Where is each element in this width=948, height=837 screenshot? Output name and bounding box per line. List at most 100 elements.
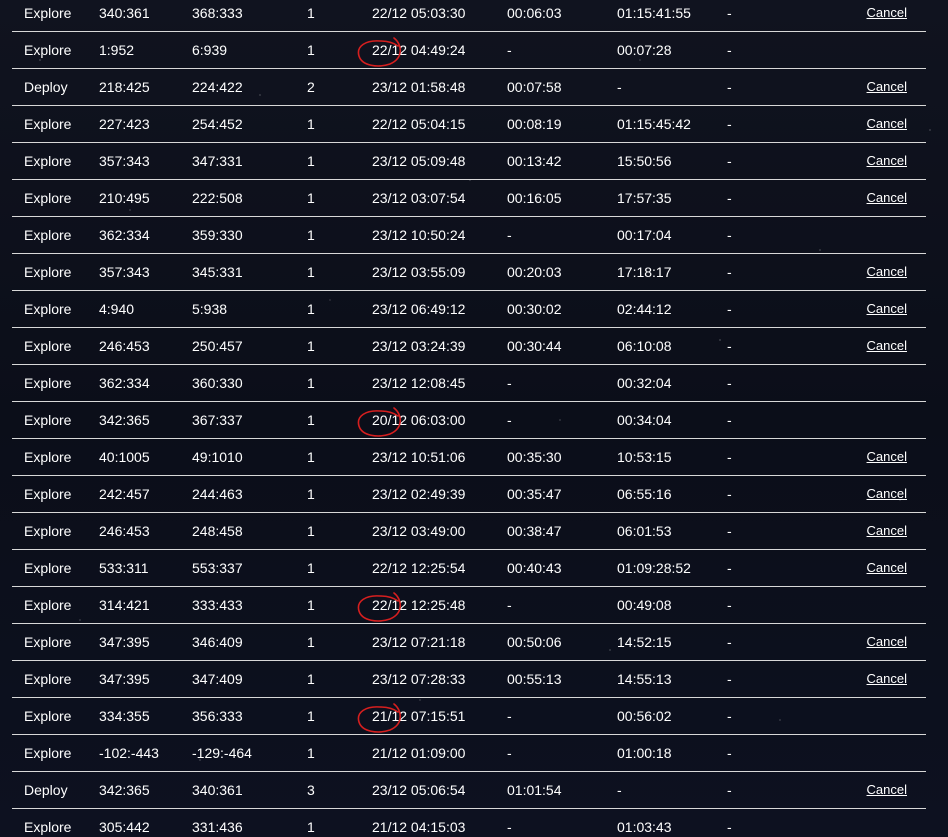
- arrival-datetime: 23/12 07:28:33: [372, 671, 466, 687]
- origin-coords: 362:334: [99, 227, 150, 243]
- target-coords: 360:330: [192, 375, 243, 391]
- table-row: Explore 314:421 333:433 1 22/12 12:25:48 - 00:…: [12, 587, 926, 624]
- time-remaining: 00:35:47: [507, 486, 562, 502]
- cancel-link[interactable]: Cancel: [867, 291, 907, 327]
- cancel-link[interactable]: Cancel: [867, 143, 907, 179]
- arrival-datetime: 23/12 01:58:48: [372, 79, 466, 95]
- origin-coords: 362:334: [99, 375, 150, 391]
- origin-coords: 347:395: [99, 634, 150, 650]
- unit-count: 1: [307, 190, 315, 206]
- cancel-link[interactable]: Cancel: [867, 106, 907, 142]
- cancel-link[interactable]: Cancel: [867, 624, 907, 660]
- arrival-datetime: 23/12 05:06:54: [372, 782, 466, 798]
- unit-count: 1: [307, 819, 315, 835]
- extra-field: -: [727, 486, 732, 502]
- extra-field: -: [727, 5, 732, 21]
- mission-type: Explore: [24, 634, 72, 650]
- target-coords: 347:409: [192, 671, 243, 687]
- cancel-link[interactable]: Cancel: [867, 439, 907, 475]
- cancel-link[interactable]: Cancel: [867, 550, 907, 586]
- table-row: Explore 242:457 244:463 1 23/12 02:49:39 00:3…: [12, 476, 926, 513]
- unit-count: 1: [307, 264, 315, 280]
- extra-field: -: [727, 301, 732, 317]
- extra-field: -: [727, 708, 732, 724]
- total-duration: 00:07:28: [617, 42, 672, 58]
- origin-coords: 340:361: [99, 5, 150, 21]
- unit-count: 1: [307, 5, 315, 21]
- origin-coords: 305:442: [99, 819, 150, 835]
- target-coords: 49:1010: [192, 449, 243, 465]
- cancel-link[interactable]: Cancel: [867, 476, 907, 512]
- total-duration: 00:17:04: [617, 227, 672, 243]
- target-coords: 340:361: [192, 782, 243, 798]
- arrival-datetime: 22/12 12:25:54: [372, 560, 466, 576]
- cancel-link[interactable]: Cancel: [867, 0, 907, 31]
- extra-field: -: [727, 412, 732, 428]
- mission-type: Deploy: [24, 79, 68, 95]
- mission-type: Explore: [24, 264, 72, 280]
- cancel-link[interactable]: Cancel: [867, 69, 907, 105]
- cancel-link[interactable]: Cancel: [867, 328, 907, 364]
- target-coords: 356:333: [192, 708, 243, 724]
- table-row: Explore 40:1005 49:1010 1 23/12 10:51:06 00:3…: [12, 439, 926, 476]
- target-coords: 333:433: [192, 597, 243, 613]
- target-coords: 224:422: [192, 79, 243, 95]
- target-coords: 345:331: [192, 264, 243, 280]
- extra-field: -: [727, 338, 732, 354]
- extra-field: -: [727, 782, 732, 798]
- time-remaining: -: [507, 42, 512, 58]
- origin-coords: -102:-443: [99, 745, 159, 761]
- cancel-link[interactable]: Cancel: [867, 661, 907, 697]
- total-duration: 14:55:13: [617, 671, 672, 687]
- table-row: Explore 342:365 367:337 1 20/12 06:03:00 - 00:…: [12, 402, 926, 439]
- total-duration: 00:49:08: [617, 597, 672, 613]
- extra-field: -: [727, 671, 732, 687]
- arrival-datetime: 23/12 10:50:24: [372, 227, 466, 243]
- total-duration: 00:32:04: [617, 375, 672, 391]
- mission-type: Deploy: [24, 782, 68, 798]
- origin-coords: 357:343: [99, 153, 150, 169]
- target-coords: -129:-464: [192, 745, 252, 761]
- extra-field: -: [727, 116, 732, 132]
- arrival-datetime: 20/12 06:03:00: [372, 412, 466, 428]
- time-remaining: 00:16:05: [507, 190, 562, 206]
- extra-field: -: [727, 375, 732, 391]
- mission-type: Explore: [24, 412, 72, 428]
- mission-type: Explore: [24, 523, 72, 539]
- extra-field: -: [727, 819, 732, 835]
- table-row: Explore 334:355 356:333 1 21/12 07:15:51 - 00:…: [12, 698, 926, 735]
- arrival-datetime: 23/12 03:49:00: [372, 523, 466, 539]
- time-remaining: 00:30:44: [507, 338, 562, 354]
- cancel-link[interactable]: Cancel: [867, 254, 907, 290]
- unit-count: 1: [307, 597, 315, 613]
- origin-coords: 533:311: [99, 560, 149, 576]
- arrival-datetime: 23/12 03:55:09: [372, 264, 466, 280]
- table-row: Explore 362:334 359:330 1 23/12 10:50:24 - 00:…: [12, 217, 926, 254]
- cancel-link[interactable]: Cancel: [867, 180, 907, 216]
- unit-count: 1: [307, 42, 315, 58]
- unit-count: 1: [307, 116, 315, 132]
- unit-count: 1: [307, 634, 315, 650]
- total-duration: 06:01:53: [617, 523, 672, 539]
- arrival-datetime: 21/12 07:15:51: [372, 708, 466, 724]
- table-row: Deploy 342:365 340:361 3 23/12 05:06:54 01:01…: [12, 772, 926, 809]
- extra-field: -: [727, 597, 732, 613]
- arrival-datetime: 22/12 04:49:24: [372, 42, 466, 58]
- origin-coords: 242:457: [99, 486, 150, 502]
- origin-coords: 357:343: [99, 264, 150, 280]
- time-remaining: 00:38:47: [507, 523, 562, 539]
- cancel-link[interactable]: Cancel: [867, 513, 907, 549]
- target-coords: 367:337: [192, 412, 243, 428]
- time-remaining: 00:07:58: [507, 79, 562, 95]
- origin-coords: 218:425: [99, 79, 150, 95]
- extra-field: -: [727, 42, 732, 58]
- cancel-link[interactable]: Cancel: [867, 772, 907, 808]
- origin-coords: 210:495: [99, 190, 150, 206]
- table-row: Explore 533:311 553:337 1 22/12 12:25:54 00:4…: [12, 550, 926, 587]
- target-coords: 347:331: [192, 153, 243, 169]
- extra-field: -: [727, 745, 732, 761]
- time-remaining: 00:50:06: [507, 634, 562, 650]
- arrival-datetime: 21/12 04:15:03: [372, 819, 466, 835]
- extra-field: -: [727, 264, 732, 280]
- mission-type: Explore: [24, 449, 72, 465]
